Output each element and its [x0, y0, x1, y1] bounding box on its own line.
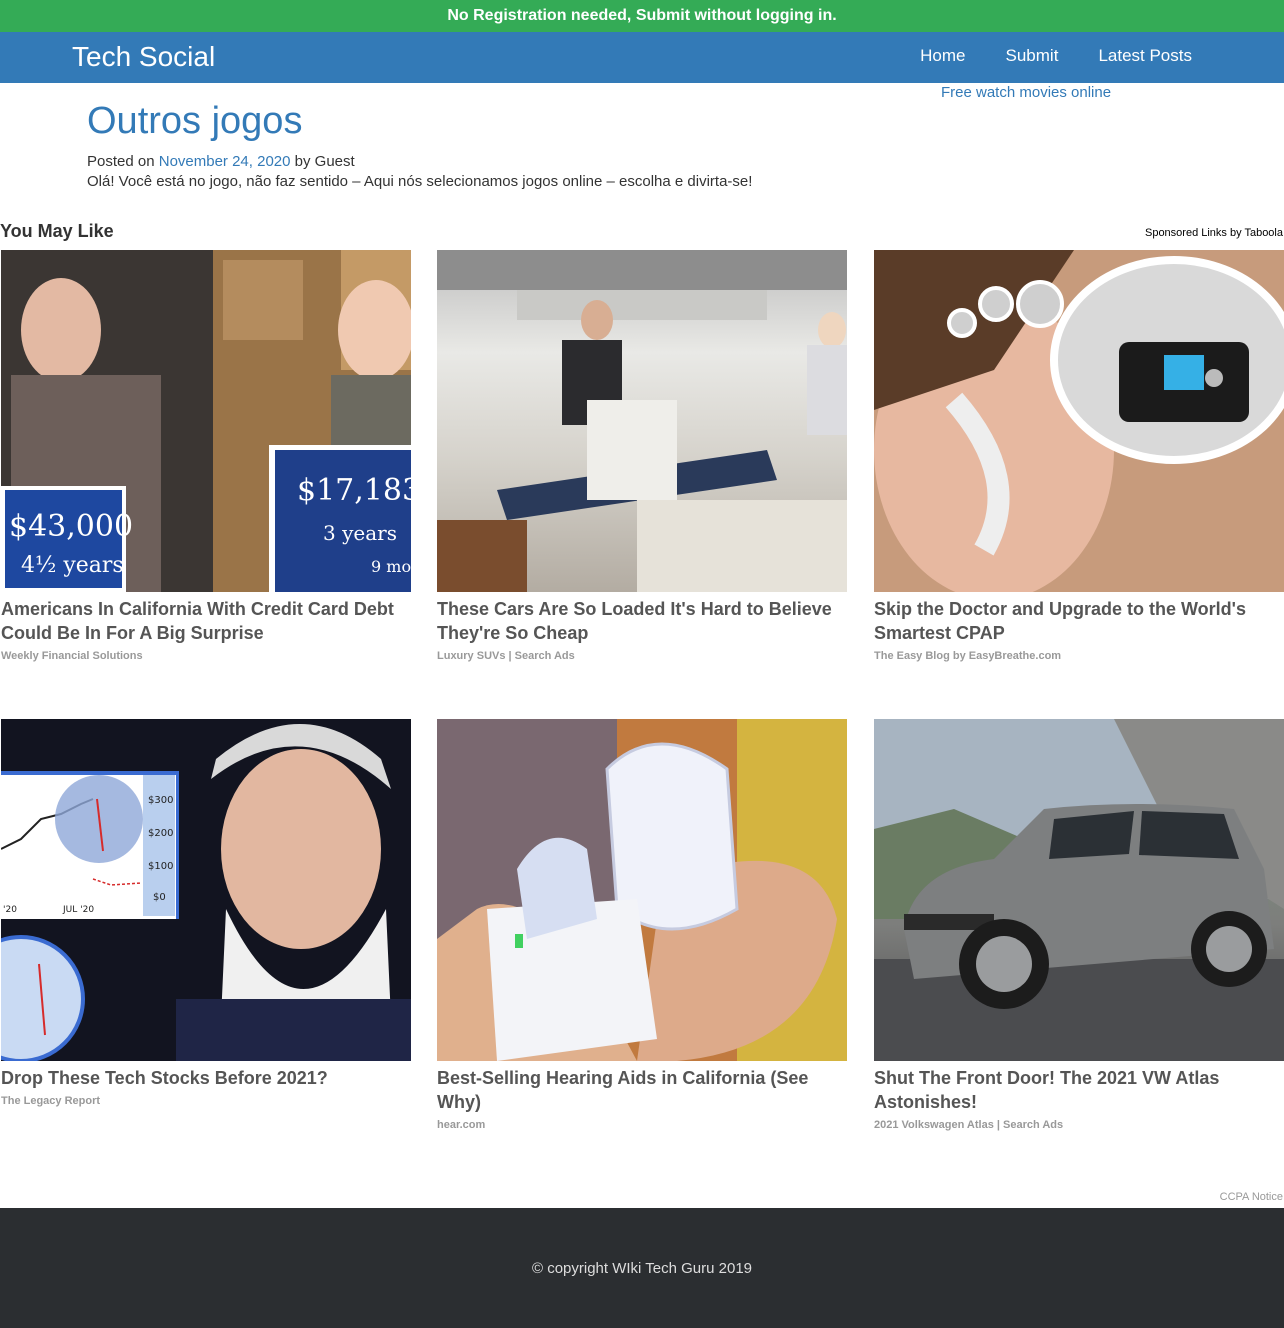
registration-banner: No Registration needed, Submit without l… [0, 0, 1284, 32]
nav-home-link[interactable]: Home [900, 32, 985, 82]
nav-links: Home Submit Latest Posts [900, 32, 1212, 82]
nav-latest-posts-link[interactable]: Latest Posts [1078, 32, 1212, 82]
chart-tick-0: $0 [153, 892, 166, 903]
chart-tick-200: $200 [148, 828, 173, 839]
board-text-duration: 4½ years [21, 553, 124, 578]
sponsored-links-label[interactable]: Sponsored Links by Taboola [1145, 227, 1283, 239]
banner-text: No Registration needed, Submit without l… [447, 7, 837, 24]
post-author: Guest [314, 153, 355, 170]
card-source[interactable]: Luxury SUVs | Search Ads [437, 650, 847, 662]
site-footer: © copyright WIki Tech Guru 2019 [0, 1208, 1284, 1328]
chart-tick-100: $100 [148, 861, 173, 872]
sponsored-card[interactable]: These Cars Are So Loaded It's Hard to Be… [437, 250, 847, 662]
footer-copyright: © copyright WIki Tech Guru 2019 [531, 1260, 753, 1277]
card-image-illustration [437, 250, 847, 592]
card-source[interactable]: The Easy Blog by EasyBreathe.com [874, 650, 1284, 662]
board-text-amount-right: $17,183 [297, 473, 411, 508]
sponsored-card[interactable]: $300 $200 $100 $0 '20 JUL '20 Drop These… [1, 719, 411, 1107]
card-thumbnail-car-interior[interactable] [437, 250, 847, 592]
chart-tick-20: '20 [3, 905, 17, 915]
by-label: by [294, 153, 311, 170]
card-title[interactable]: These Cars Are So Loaded It's Hard to Be… [437, 597, 847, 645]
card-title[interactable]: Skip the Doctor and Upgrade to the World… [874, 597, 1284, 645]
you-may-like-heading: You May Like [0, 221, 114, 241]
posted-on-label: Posted on [87, 153, 155, 170]
nav-submit-link[interactable]: Submit [986, 32, 1079, 82]
sponsored-card[interactable]: Shut The Front Door! The 2021 VW Atlas A… [874, 719, 1284, 1131]
card-image-illustration [874, 719, 1284, 1061]
card-image-illustration [437, 719, 847, 1061]
board-text-duration-right: 3 years [323, 521, 397, 545]
card-title[interactable]: Americans In California With Credit Card… [1, 597, 411, 645]
card-title[interactable]: Best-Selling Hearing Aids in California … [437, 1066, 847, 1114]
card-thumbnail-couple-with-boards[interactable]: $43,000 4½ years $17,183 3 years 9 mo [1, 250, 411, 592]
card-thumbnail-hearing-aid[interactable] [437, 719, 847, 1061]
card-source[interactable]: hear.com [437, 1119, 847, 1131]
card-source[interactable]: 2021 Volkswagen Atlas | Search Ads [874, 1119, 1284, 1131]
card-thumbnail-cpap[interactable] [874, 250, 1284, 592]
post-body: Olá! Você está no jogo, não faz sentido … [87, 173, 753, 190]
sponsored-card[interactable]: Skip the Doctor and Upgrade to the World… [874, 250, 1284, 662]
post-title: Outros jogos [87, 100, 303, 142]
card-image-illustration: $43,000 4½ years $17,183 3 years 9 mo [1, 250, 411, 592]
card-title[interactable]: Drop These Tech Stocks Before 2021? [1, 1066, 411, 1090]
sidebar-movies-link[interactable]: Free watch movies online [941, 84, 1111, 101]
card-source[interactable]: The Legacy Report [1, 1095, 411, 1107]
card-thumbnail-vw-atlas[interactable] [874, 719, 1284, 1061]
card-title[interactable]: Shut The Front Door! The 2021 VW Atlas A… [874, 1066, 1284, 1114]
sponsored-card[interactable]: $43,000 4½ years $17,183 3 years 9 mo Am… [1, 250, 411, 662]
chart-tick-jul20: JUL '20 [62, 905, 94, 915]
card-thumbnail-tech-stocks[interactable]: $300 $200 $100 $0 '20 JUL '20 [1, 719, 411, 1061]
card-image-illustration [874, 250, 1284, 592]
card-source[interactable]: Weekly Financial Solutions [1, 650, 411, 662]
post-date-link[interactable]: November 24, 2020 [159, 153, 291, 170]
card-image-illustration: $300 $200 $100 $0 '20 JUL '20 [1, 719, 411, 1061]
board-text-amount: $43,000 [9, 509, 133, 544]
post-meta: Posted on November 24, 2020 by Guest [87, 153, 355, 170]
board-text-months-right: 9 mo [371, 557, 411, 576]
sponsored-card[interactable]: Best-Selling Hearing Aids in California … [437, 719, 847, 1131]
top-navbar: Tech Social Home Submit Latest Posts [0, 32, 1284, 83]
ccpa-notice-link[interactable]: CCPA Notice [1220, 1191, 1283, 1203]
chart-tick-300: $300 [148, 795, 173, 806]
site-brand[interactable]: Tech Social [72, 32, 215, 82]
